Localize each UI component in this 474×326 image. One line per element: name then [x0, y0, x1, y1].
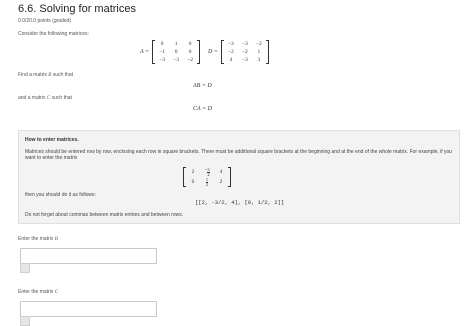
matrix-cell: 1	[257, 49, 261, 55]
matrix-C-input[interactable]	[20, 301, 157, 317]
example-cell: 12	[200, 177, 214, 187]
help-box: How to enter matrices. Matrices should b…	[18, 130, 460, 224]
matrix-D-block: D = −3 −3 −2 −2 −2 1 4 −3 3	[208, 40, 269, 64]
help-heading: How to enter matrices.	[25, 137, 79, 143]
help-warning: Do not forget about commas between matri…	[25, 212, 184, 218]
matrix-cell: −3	[227, 41, 234, 47]
enter-B-label: Enter the matrix B	[18, 236, 58, 242]
matrix-cell: −3	[241, 57, 248, 63]
matrix-cell: −3	[173, 57, 180, 63]
matrix-cell: 0	[188, 49, 192, 55]
matrix-cell: −2	[227, 49, 234, 55]
check-C-button[interactable]	[20, 316, 30, 326]
matrix-cell: 4	[229, 57, 233, 63]
help-body: Matrices should be entered row by row, e…	[25, 149, 453, 161]
find-C-sentence: and a matrix C such that	[18, 95, 72, 101]
find-B-sentence: Find a matrix B such that	[18, 72, 74, 78]
example-matrix: 2 −3 2 4 0 12 2	[183, 167, 231, 187]
example-fraction: 32	[207, 167, 210, 177]
matrix-cell: 0	[188, 41, 192, 47]
equation-CA: CA = D	[193, 106, 212, 112]
example-cell: 4	[219, 169, 223, 175]
example-cell: 2	[191, 169, 195, 175]
matrix-A: 0 1 0 −1 0 0 −3 −3 −2	[152, 40, 201, 64]
then-text: then you should do it as follows:	[25, 192, 96, 198]
matrix-cell: −1	[159, 49, 166, 55]
matrix-cell: −2	[241, 49, 248, 55]
page-title: 6.6. Solving for matrices	[18, 3, 136, 15]
matrix-cell: −2	[187, 57, 194, 63]
example-cell: 0	[191, 179, 195, 185]
matrix-cell: 3	[257, 57, 261, 63]
matrix-A-label: A =	[140, 49, 150, 55]
enter-C-label: Enter the matrix C	[18, 289, 59, 295]
matrix-cell: 0	[160, 41, 164, 47]
matrix-cell: 0	[174, 49, 178, 55]
check-B-button[interactable]	[20, 263, 30, 273]
matrix-D-label: D =	[208, 49, 218, 55]
example-fraction: 12	[205, 177, 209, 187]
var-B: B	[48, 73, 52, 78]
points-status: 0.0/20.0 points (graded)	[18, 18, 72, 24]
equation-AB: AB = D	[193, 83, 212, 89]
var-C: C	[46, 96, 51, 101]
example-cell: 2	[219, 179, 223, 185]
matrix-A-block: A = 0 1 0 −1 0 0 −3 −3 −2	[140, 40, 201, 64]
matrix-cell: −2	[255, 41, 262, 47]
matrix-B-input[interactable]	[20, 248, 157, 264]
matrix-cell: 1	[174, 41, 178, 47]
matrix-D: −3 −3 −2 −2 −2 1 4 −3 3	[220, 40, 269, 64]
example-code: [[2, -3/2, 4], [0, 1/2, 2]]	[195, 199, 285, 206]
example-cell: −3 2	[204, 167, 210, 177]
problem-intro: Consider the following matrices:	[18, 31, 89, 37]
matrix-cell: −3	[159, 57, 166, 63]
matrix-cell: −3	[241, 41, 248, 47]
